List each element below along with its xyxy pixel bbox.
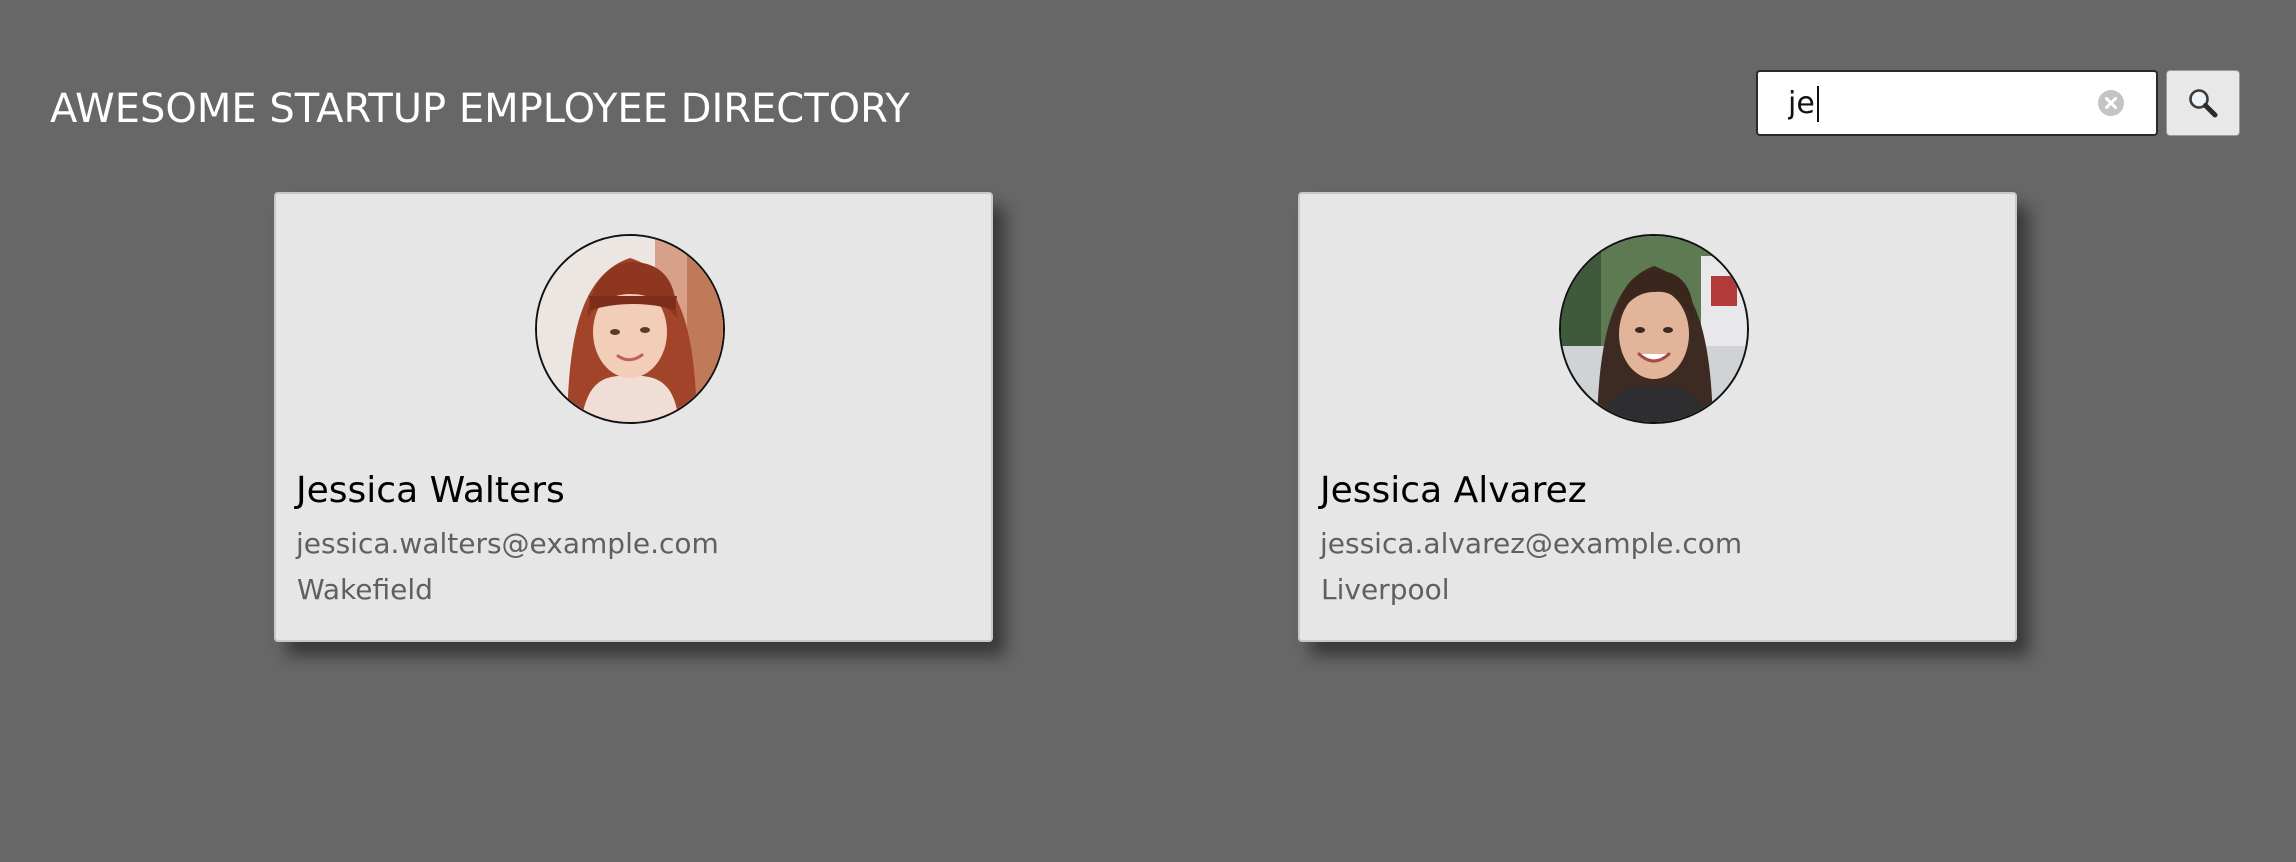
search-button[interactable] [2166,70,2240,136]
employee-card[interactable]: Jessica Walters jessica.walters@example.… [274,192,993,642]
magnifier-icon [2189,89,2218,118]
employee-card[interactable]: Jessica Alvarez jessica.alvarez@example.… [1298,192,2017,642]
employee-name: Jessica Walters [296,470,565,511]
employee-city: Liverpool [1321,573,1450,606]
employee-email: jessica.walters@example.com [296,527,719,560]
employee-email: jessica.alvarez@example.com [1320,527,1743,560]
avatar-photo [537,236,723,422]
clear-search-button[interactable] [2098,90,2124,116]
search-form [1756,70,2240,136]
employee-name: Jessica Alvarez [1320,470,1587,511]
search-box[interactable] [1756,70,2158,136]
avatar [1559,234,1749,424]
avatar-photo [1561,236,1747,422]
page-title: AWESOME STARTUP EMPLOYEE DIRECTORY [50,86,910,132]
avatar [535,234,725,424]
clear-icon [2105,97,2117,109]
search-input[interactable] [1758,72,2088,134]
employee-city: Wakefield [297,573,433,606]
text-caret [1817,86,1819,122]
